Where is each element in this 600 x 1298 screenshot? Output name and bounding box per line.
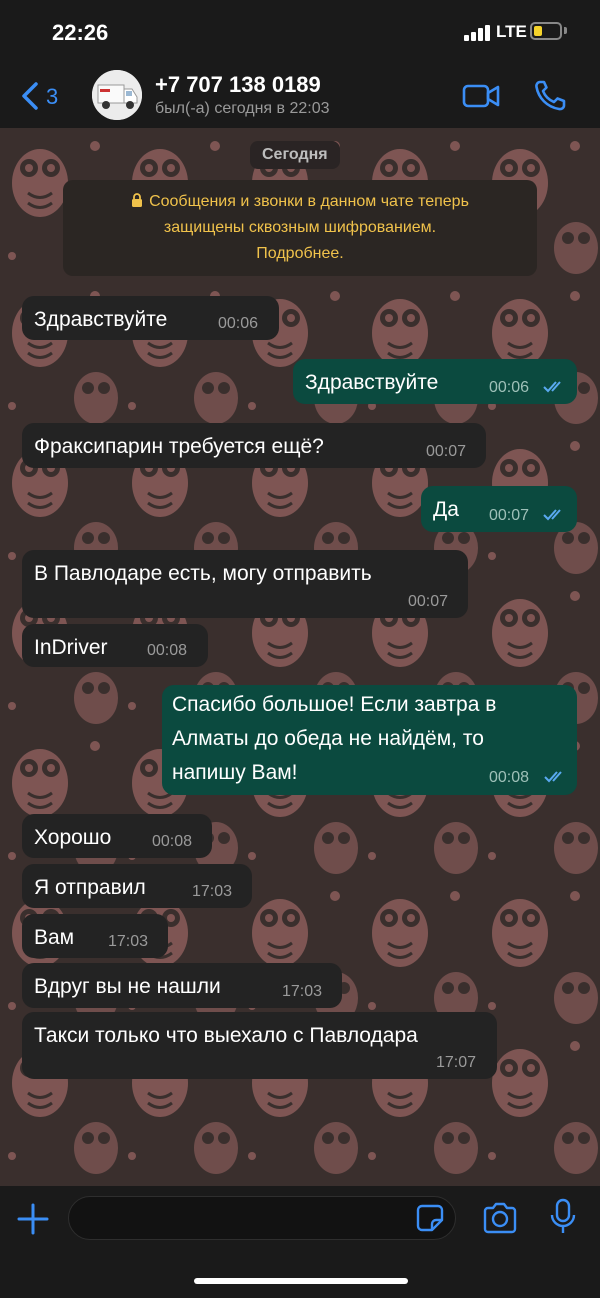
- last-seen-status: был(-а) сегодня в 22:03: [155, 100, 330, 117]
- encryption-notice[interactable]: Сообщения и звонки в данном чате теперь …: [63, 180, 537, 276]
- message-text: Здравствуйте: [34, 308, 168, 331]
- notice-line-1: Сообщения и звонки в данном чате теперь: [149, 193, 469, 210]
- battery-icon: [530, 22, 562, 40]
- message-text: InDriver: [34, 636, 108, 659]
- message-bubble-incoming[interactable]: Такси только что выехало с Павлодара 17:…: [22, 1012, 497, 1079]
- status-bar: 22:26 LTE: [0, 0, 600, 62]
- message-text: Вдруг вы не нашли: [34, 975, 221, 998]
- message-bubble-outgoing[interactable]: Здравствуйте 00:06: [293, 359, 577, 404]
- home-indicator: [194, 1278, 408, 1284]
- double-check-icon: [543, 509, 561, 521]
- camera-icon[interactable]: [482, 1202, 518, 1234]
- message-time: 00:08: [147, 642, 188, 659]
- chat-area[interactable]: Сегодня Сообщения и звонки в данном чате…: [0, 128, 600, 1186]
- network-label: LTE: [496, 22, 527, 41]
- message-text: Здравствуйте: [305, 371, 439, 394]
- lock-icon: [132, 193, 143, 207]
- chat-header: 3 +7 707 138 0189 был(-а) сегодня в 22:0…: [0, 62, 600, 128]
- message-text: Спасибо большое! Если завтра в Алматы до…: [172, 688, 496, 790]
- message-time: 17:03: [192, 883, 233, 900]
- microphone-icon[interactable]: [548, 1198, 578, 1236]
- notice-learn-more-link[interactable]: Подробнее.: [63, 241, 537, 267]
- message-time: 17:07: [436, 1054, 477, 1071]
- message-text: Я отправил: [34, 876, 146, 899]
- double-check-icon: [543, 381, 561, 393]
- phone-icon[interactable]: [532, 78, 572, 114]
- truck-avatar-image: [92, 70, 142, 120]
- date-separator: Сегодня: [250, 141, 340, 169]
- message-time: 00:06: [489, 379, 530, 396]
- message-bubble-incoming[interactable]: В Павлодаре есть, могу отправить 00:07: [22, 550, 468, 618]
- message-time: 00:07: [408, 593, 449, 610]
- message-text: В Павлодаре есть, могу отправить: [34, 562, 372, 585]
- message-text: Такси только что выехало с Павлодара: [34, 1024, 418, 1047]
- back-unread-count[interactable]: 3: [46, 84, 58, 110]
- message-input[interactable]: [68, 1196, 456, 1240]
- message-bubble-incoming[interactable]: InDriver 00:08: [22, 624, 208, 667]
- avatar[interactable]: [92, 70, 142, 120]
- message-time: 17:03: [282, 983, 323, 1000]
- message-bubble-outgoing[interactable]: Да 00:07: [421, 486, 577, 532]
- message-line: Спасибо большое! Если завтра в: [172, 693, 497, 716]
- message-line: напишу Вам!: [172, 761, 298, 784]
- message-text: Хорошо: [34, 826, 112, 849]
- message-text: Фраксипарин требуется ещё?: [34, 435, 324, 458]
- status-time: 22:26: [52, 20, 109, 45]
- message-bubble-incoming[interactable]: Вдруг вы не нашли 17:03: [22, 963, 342, 1008]
- message-bubble-incoming[interactable]: Вам 17:03: [22, 914, 168, 958]
- sticker-icon[interactable]: [416, 1204, 444, 1232]
- message-bubble-outgoing[interactable]: Спасибо большое! Если завтра в Алматы до…: [162, 685, 577, 795]
- message-time: 00:07: [426, 443, 467, 460]
- message-line: Алматы до обеда не найдём, то: [172, 727, 484, 750]
- message-time: 00:08: [152, 833, 193, 850]
- message-bubble-incoming[interactable]: Здравствуйте 00:06: [22, 296, 279, 340]
- video-camera-icon[interactable]: [462, 78, 502, 114]
- signal-icon: [464, 25, 490, 41]
- message-time: 00:08: [489, 769, 530, 786]
- message-bubble-incoming[interactable]: Я отправил 17:03: [22, 864, 252, 908]
- plus-icon[interactable]: [16, 1202, 50, 1236]
- message-time: 00:06: [218, 315, 259, 332]
- contact-name[interactable]: +7 707 138 0189: [155, 72, 321, 98]
- message-text: Да: [433, 498, 459, 521]
- message-time: 17:03: [108, 933, 149, 950]
- notice-line-2: защищены сквозным шифрованием.: [163, 219, 437, 236]
- double-check-icon: [544, 771, 562, 783]
- message-composer: [0, 1186, 600, 1298]
- message-text: Вам: [34, 926, 75, 949]
- message-bubble-incoming[interactable]: Фраксипарин требуется ещё? 00:07: [22, 423, 486, 468]
- message-bubble-incoming[interactable]: Хорошо 00:08: [22, 814, 212, 858]
- message-time: 00:07: [489, 507, 530, 524]
- battery-tip: [564, 27, 567, 34]
